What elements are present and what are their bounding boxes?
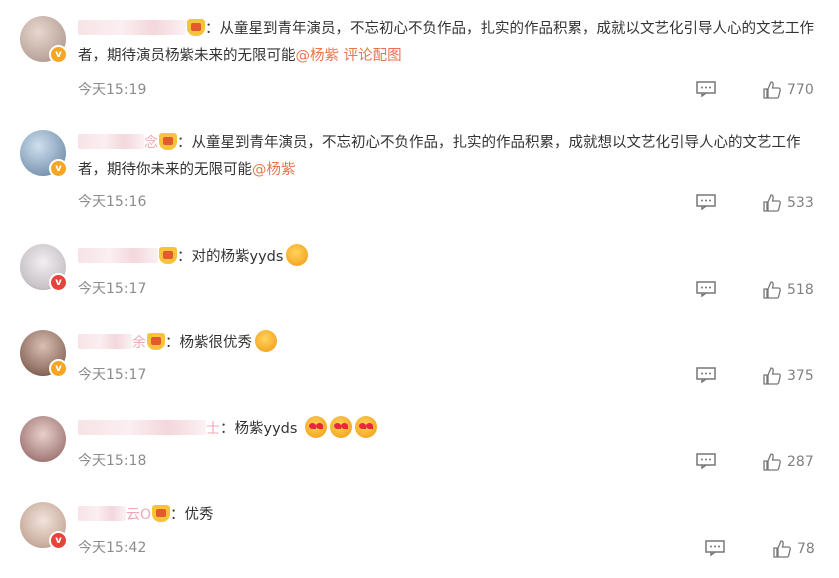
crown-icon [152, 505, 171, 522]
comment-text: ：从童星到青年演员，不忘初心不负作品，扎实的作品积累，成就想以文艺化引导人心的文… [78, 135, 801, 178]
like-count: 533 [787, 195, 814, 211]
like-button[interactable]: 287 [762, 452, 814, 472]
thumbs-up-icon [763, 281, 781, 299]
comment-text: ：杨紫很优秀 [165, 335, 252, 351]
comment-bubble-icon[interactable] [705, 540, 725, 556]
comment-body: ：对的杨紫yyds [78, 244, 819, 271]
verified-badge-icon: v [49, 45, 68, 64]
crown-icon [187, 19, 205, 36]
comment-text: ：杨紫yyds [220, 421, 298, 437]
username-blurred[interactable] [78, 334, 132, 349]
like-button[interactable]: 518 [762, 280, 814, 300]
heart-eyes-emoji-icon [330, 416, 353, 438]
comment-time: 今天15:19 [78, 82, 147, 98]
thumbs-up-icon [763, 194, 781, 212]
username-blurred[interactable] [78, 420, 206, 435]
like-count: 287 [787, 454, 814, 470]
crying-emoji-icon [255, 330, 277, 352]
username-blurred[interactable] [78, 506, 126, 521]
username-blurred[interactable] [78, 134, 144, 149]
comment-bubble-icon[interactable] [696, 81, 716, 97]
comment-time: 今天15:17 [78, 367, 147, 383]
username-tail[interactable]: 余 [132, 335, 146, 351]
comment-bubble-icon[interactable] [696, 194, 716, 210]
comment-body: 余 ：杨紫很优秀 [78, 330, 819, 357]
comment-bubble-icon[interactable] [696, 453, 716, 469]
crown-icon [159, 247, 177, 264]
like-count: 770 [787, 82, 814, 98]
verified-badge-icon: v [49, 273, 68, 292]
comment-body: 士：杨紫yyds [78, 416, 819, 443]
thumbs-up-icon [763, 81, 781, 99]
comment-bubble-icon[interactable] [696, 281, 716, 297]
thumbs-up-icon [773, 540, 791, 558]
comment-body: 云O ：优秀 [78, 502, 819, 529]
heart-eyes-emoji-icon [305, 416, 328, 438]
thumbs-up-icon [763, 367, 781, 385]
like-count: 518 [787, 282, 814, 298]
thumbs-up-icon [763, 453, 781, 471]
crown-icon [147, 333, 165, 350]
comment-time: 今天15:42 [78, 540, 147, 556]
username-blurred[interactable] [78, 20, 186, 35]
heart-eyes-emoji-icon [355, 416, 378, 438]
avatar[interactable]: v [20, 130, 68, 178]
avatar[interactable] [20, 416, 66, 462]
avatar[interactable]: v [20, 244, 68, 292]
verified-badge-icon: v [49, 359, 68, 378]
mention-link[interactable]: @杨紫 [252, 162, 296, 178]
like-button[interactable]: 375 [762, 366, 814, 386]
username-blurred[interactable] [78, 248, 158, 263]
like-count: 78 [797, 541, 815, 557]
username-tail[interactable]: 士 [206, 421, 220, 437]
comment-image-link[interactable]: 评论配图 [339, 48, 402, 64]
avatar[interactable]: v [20, 330, 68, 378]
mention-link[interactable]: @杨紫 [296, 48, 340, 64]
comment-text: ：对的杨紫yyds [177, 249, 284, 265]
avatar[interactable]: v [20, 16, 68, 64]
verified-badge-icon: v [49, 531, 68, 550]
avatar[interactable]: v [20, 502, 68, 550]
like-count: 375 [787, 368, 814, 384]
comment-time: 今天15:17 [78, 281, 147, 297]
comment-time: 今天15:18 [78, 453, 147, 469]
comment-text: ：优秀 [170, 507, 214, 523]
comment-time: 今天15:16 [78, 194, 147, 210]
laughing-emoji-icon [286, 244, 309, 266]
like-button[interactable]: 533 [762, 193, 814, 213]
verified-badge-icon: v [49, 159, 68, 178]
comment-body: ：从童星到青年演员，不忘初心不负作品，扎实的作品积累，成就以文艺化引导人心的文艺… [78, 16, 819, 70]
comment-body: 念：从童星到青年演员，不忘初心不负作品，扎实的作品积累，成就想以文艺化引导人心的… [78, 130, 819, 184]
username-tail[interactable]: 念 [144, 135, 158, 151]
comment-bubble-icon[interactable] [696, 367, 716, 383]
like-button[interactable]: 770 [762, 80, 814, 100]
like-button[interactable]: 78 [772, 539, 815, 559]
crown-icon [159, 133, 177, 150]
username-tail[interactable]: 云O [126, 507, 151, 523]
